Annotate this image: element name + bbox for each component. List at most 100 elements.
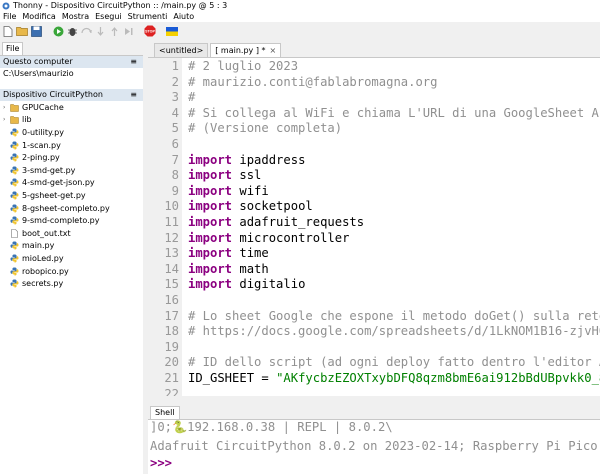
- module-name: digitalio: [232, 277, 306, 292]
- code-text: import adafruit_requests: [188, 215, 364, 231]
- python-file-icon: [10, 216, 19, 225]
- line-number: 16: [164, 293, 179, 307]
- file-item[interactable]: boot_out.txt: [0, 227, 143, 240]
- keyword: import: [188, 215, 233, 229]
- file-item[interactable]: secrets.py: [0, 277, 143, 290]
- tab-untitled-label: <untitled>: [159, 46, 204, 55]
- debug-icon[interactable]: [66, 25, 78, 37]
- code-line: 9 import wifi: [148, 184, 600, 200]
- menu-aiuto[interactable]: Aiuto: [170, 12, 197, 21]
- file-name: 4-smd-get-json.py: [22, 178, 95, 188]
- code-line: 10 import socketpool: [148, 199, 600, 215]
- device-section-header: Dispositivo CircuitPython ≡: [0, 89, 143, 101]
- python-file-icon: [10, 267, 19, 276]
- keyword: import: [188, 199, 233, 214]
- editor-area: <untitled> [ main.py ] * × 1 # 2 luglio 20…: [148, 40, 600, 396]
- line-number: 2: [171, 74, 179, 89]
- code-line: 4 # Si collega al WiFi e chiama L'URL di …: [148, 106, 600, 122]
- code-line: 13 import time: [148, 246, 600, 262]
- code-text: # Lo sheet Google che espone il metodo d…: [188, 308, 600, 323]
- menu-strumenti[interactable]: Strumenti: [125, 12, 171, 21]
- ukraine-flag-icon[interactable]: [166, 25, 178, 37]
- line-number: 3: [171, 90, 179, 105]
- file-item[interactable]: robopico.py: [0, 265, 143, 278]
- editor-tabs: <untitled> [ main.py ] * ×: [148, 40, 600, 57]
- code-line: 1 # 2 luglio 2023: [148, 59, 600, 75]
- line-number: 6: [171, 137, 179, 151]
- file-item[interactable]: 0-utility.py: [0, 126, 143, 139]
- shell-tab[interactable]: Shell: [150, 406, 180, 419]
- line-number: 4: [171, 105, 179, 120]
- file-item[interactable]: 5-gsheet-get.py: [0, 189, 143, 202]
- computer-menu-icon[interactable]: ≡: [130, 56, 137, 68]
- files-tab[interactable]: File: [2, 42, 24, 55]
- computer-section-title: Questo computer: [3, 57, 73, 66]
- line-number: 5: [171, 121, 179, 136]
- line-number: 20: [164, 355, 179, 370]
- file-item[interactable]: › GPUCache: [0, 101, 143, 114]
- file-item[interactable]: › lib: [0, 114, 143, 127]
- shell-prompt[interactable]: >>>: [150, 456, 172, 472]
- line-number: 10: [164, 199, 179, 214]
- tab-main-py-label: [ main.py ] *: [215, 46, 266, 55]
- line-number: 1: [171, 59, 179, 73]
- new-file-icon[interactable]: [2, 25, 14, 37]
- step-out-icon: [108, 25, 120, 37]
- menu-modifica[interactable]: Modifica: [19, 12, 58, 21]
- file-name: 9-smd-completo.py: [22, 216, 100, 226]
- file-item[interactable]: 4-smd-get-json.py: [0, 177, 143, 190]
- file-item[interactable]: main.py: [0, 240, 143, 253]
- close-tab-icon[interactable]: ×: [269, 46, 276, 55]
- python-file-icon: [10, 241, 19, 250]
- file-name: secrets.py: [22, 279, 64, 289]
- module-name: math: [232, 261, 269, 276]
- python-file-icon: [10, 153, 19, 162]
- toolbar: STOP: [0, 22, 600, 40]
- horizontal-splitter[interactable]: [148, 396, 600, 403]
- file-item[interactable]: 3-smd-get.py: [0, 164, 143, 177]
- step-into-icon: [94, 25, 106, 37]
- code-editor[interactable]: 1 # 2 luglio 2023 2 # maurizio.conti@fablab…: [148, 57, 600, 396]
- file-name: boot_out.txt: [22, 228, 71, 238]
- code-line: 11 import adafruit_requests: [148, 215, 600, 231]
- file-item[interactable]: 1-scan.py: [0, 139, 143, 152]
- python-file-icon: [10, 254, 19, 263]
- code-text: # (Versione completa): [188, 121, 343, 136]
- code-line: 12 import microcontroller: [148, 231, 600, 247]
- menu-esegui[interactable]: Esegui: [92, 12, 125, 21]
- variable-name: ID_GSHEET =: [188, 371, 277, 385]
- code-text: # ID dello script (ad ogni deploy fatto …: [188, 355, 600, 370]
- module-name: socketpool: [232, 199, 313, 214]
- expand-arrow-icon[interactable]: ›: [3, 116, 9, 123]
- menu-bar: File Modifica Mostra Esegui Strumenti Ai…: [0, 11, 600, 22]
- file-name: 5-gsheet-get.py: [22, 190, 86, 200]
- module-name: time: [232, 246, 269, 261]
- line-number: 18: [164, 324, 179, 339]
- file-item[interactable]: 9-smd-completo.py: [0, 214, 143, 227]
- menu-mostra[interactable]: Mostra: [59, 12, 92, 21]
- save-icon[interactable]: [30, 25, 42, 37]
- menu-file[interactable]: File: [0, 12, 19, 21]
- line-number: 13: [164, 246, 179, 261]
- python-file-icon: [10, 191, 19, 200]
- code-text: import microcontroller: [188, 231, 349, 247]
- open-file-icon[interactable]: [16, 25, 28, 37]
- tab-untitled[interactable]: <untitled>: [154, 43, 209, 57]
- expand-arrow-icon[interactable]: ›: [3, 104, 9, 111]
- code-text: import ssl: [188, 168, 261, 184]
- file-item[interactable]: 8-gsheet-completo.py: [0, 202, 143, 215]
- tab-main-py[interactable]: [ main.py ] * ×: [210, 43, 282, 57]
- computer-path[interactable]: C:\Users\maurizio: [0, 68, 143, 80]
- run-icon[interactable]: [52, 25, 64, 37]
- code-line: 15 import digitalio: [148, 277, 600, 293]
- computer-section-header: Questo computer ≡: [0, 56, 143, 68]
- device-menu-icon[interactable]: ≡: [130, 89, 137, 101]
- stop-icon[interactable]: STOP: [144, 25, 156, 37]
- code-line: 14 import math: [148, 262, 600, 278]
- code-line: 8 import ssl: [148, 168, 600, 184]
- line-number: 12: [164, 230, 179, 245]
- file-item[interactable]: 2-ping.py: [0, 151, 143, 164]
- line-number: 17: [164, 308, 179, 323]
- file-item[interactable]: mioLed.py: [0, 252, 143, 265]
- shell-console[interactable]: ]0;🐍192.168.0.38 | REPL | 8.0.2\ Adafrui…: [148, 419, 600, 474]
